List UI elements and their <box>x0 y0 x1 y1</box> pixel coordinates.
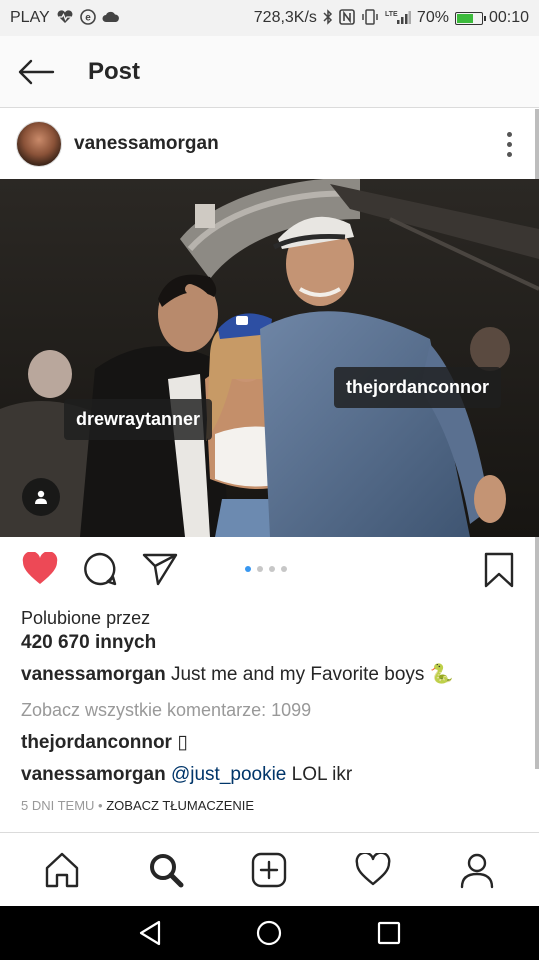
heart-monitor-icon <box>56 9 74 27</box>
carousel-dot <box>257 566 263 572</box>
status-bar: PLAY e 728,3K/s LTE 70% 00:10 <box>0 0 539 36</box>
search-icon <box>149 853 184 887</box>
back-triangle-icon <box>139 920 160 946</box>
share-button[interactable] <box>138 547 182 591</box>
back-button[interactable] <box>0 36 72 108</box>
home-circle-icon <box>257 920 282 946</box>
home-icon <box>45 852 79 887</box>
heart-filled-icon <box>22 552 58 584</box>
post-header: vanessamorgan <box>0 109 539 179</box>
more-dot-icon <box>506 141 512 147</box>
carousel-dot <box>281 566 287 572</box>
post-time: 5 DNI TEMU <box>21 798 95 813</box>
save-button[interactable] <box>479 548 519 592</box>
photo-tag-drewraytanner[interactable]: drewraytanner <box>64 399 213 440</box>
profile-icon <box>460 853 494 888</box>
carrier-label: PLAY <box>10 9 50 26</box>
nav-activity-button[interactable] <box>345 842 401 898</box>
svg-text:e: e <box>85 12 91 23</box>
arrow-left-icon <box>18 59 55 84</box>
comment-button[interactable] <box>78 547 122 591</box>
post-username[interactable]: vanessamorgan <box>74 133 219 155</box>
nav-search-button[interactable] <box>138 842 194 898</box>
like-button[interactable] <box>18 547 62 591</box>
lte-signal-icon: LTE <box>385 9 411 28</box>
comment-item: thejordanconnor ▯ <box>21 731 188 754</box>
photo-illustration <box>0 179 539 537</box>
comment-text: ▯ <box>171 732 188 753</box>
network-speed: 728,3K/s <box>253 9 317 26</box>
comment-text: LOL ikr <box>286 764 353 785</box>
comment-mention[interactable]: @just_pookie <box>171 764 286 785</box>
post-caption: vanessamorgan Just me and my Favorite bo… <box>21 662 453 686</box>
comment-bubble-icon <box>84 552 117 586</box>
system-recents-button[interactable] <box>365 909 413 957</box>
recents-square-icon <box>378 921 401 945</box>
comment-username[interactable]: thejordanconnor <box>21 732 172 753</box>
nav-profile-button[interactable] <box>449 842 505 898</box>
cloud-icon <box>102 10 120 26</box>
post-meta: 5 DNI TEMU • ZOBACZ TŁUMACZENIE <box>21 798 254 813</box>
person-icon <box>35 490 47 504</box>
photo-tag-thejordanconnor[interactable]: thejordanconnor <box>334 367 501 408</box>
view-all-comments-link[interactable]: Zobacz wszystkie komentarze: 1099 <box>21 700 311 721</box>
battery-percent: 70% <box>416 9 449 26</box>
more-dot-icon <box>506 151 512 157</box>
add-post-icon <box>252 852 287 887</box>
carousel-indicator <box>245 566 287 572</box>
caption-username[interactable]: vanessamorgan <box>21 664 166 685</box>
activity-heart-icon <box>355 852 391 885</box>
page-title: Post <box>88 57 141 85</box>
likes-count[interactable]: 420 670 innych <box>21 632 156 654</box>
bookmark-icon <box>484 552 514 588</box>
avatar[interactable] <box>16 121 62 167</box>
system-back-button[interactable] <box>126 909 174 957</box>
see-translation-link[interactable]: ZOBACZ TŁUMACZENIE <box>106 798 254 813</box>
more-options-button[interactable] <box>479 114 539 174</box>
vibrate-icon <box>361 8 379 28</box>
bluetooth-icon <box>323 8 333 28</box>
battery-icon <box>454 11 486 25</box>
likes-label: Polubione przez <box>21 608 151 628</box>
meta-separator: • <box>94 798 107 813</box>
caption-text: Just me and my Favorite boys 🐍 <box>165 664 454 685</box>
bottom-nav <box>0 832 539 906</box>
paper-plane-icon <box>142 553 178 586</box>
carousel-dot <box>245 566 251 572</box>
app-header: Post <box>0 36 539 108</box>
carousel-dot <box>269 566 275 572</box>
e-icon: e <box>79 8 96 28</box>
svg-text:LTE: LTE <box>385 11 398 18</box>
nav-home-button[interactable] <box>34 842 90 898</box>
tagged-people-button[interactable] <box>22 478 60 516</box>
nfc-icon <box>339 8 355 28</box>
system-home-button[interactable] <box>245 909 293 957</box>
clock: 00:10 <box>488 9 529 26</box>
post-photo[interactable] <box>0 179 539 537</box>
system-nav-bar <box>0 906 539 960</box>
nav-add-button[interactable] <box>241 842 297 898</box>
comment-username[interactable]: vanessamorgan <box>21 764 166 785</box>
more-dot-icon <box>506 131 512 137</box>
comment-item: vanessamorgan @just_pookie LOL ikr <box>21 764 352 786</box>
